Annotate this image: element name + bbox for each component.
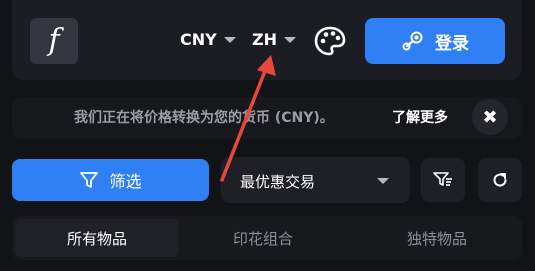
chevron-down-icon (284, 36, 296, 43)
filter-label: 筛选 (109, 172, 142, 191)
refresh-icon (493, 173, 507, 187)
login-button[interactable]: 登录 (365, 18, 505, 64)
tab-unique-items[interactable]: 独特物品 (356, 216, 518, 260)
banner-message: 我们正在将价格转换为您的货币 (CNY)。 (74, 110, 334, 126)
sort-selected-value: 最优惠交易 (240, 173, 316, 191)
currency-dropdown[interactable]: CNY (180, 30, 236, 49)
steam-icon (402, 31, 423, 51)
language-value: ZH (252, 30, 277, 49)
filter-button[interactable]: 筛选 (12, 159, 209, 201)
chevron-down-icon (377, 178, 389, 184)
sort-direction-button[interactable] (421, 158, 465, 202)
chevron-down-icon (223, 36, 236, 43)
logo-letter: f (48, 23, 60, 58)
tab-sticker-combos[interactable]: 印花组合 (182, 216, 344, 260)
language-dropdown[interactable]: ZH (252, 30, 296, 49)
palette-icon[interactable] (314, 26, 346, 56)
close-icon[interactable]: ✖ (472, 99, 508, 135)
refresh-button[interactable] (478, 158, 522, 202)
learn-more-link[interactable]: 了解更多 (392, 107, 448, 127)
logo[interactable]: f (30, 18, 78, 64)
login-label: 登录 (435, 33, 469, 54)
funnel-icon (80, 172, 99, 188)
tab-all-items[interactable]: 所有物品 (15, 219, 179, 257)
currency-value: CNY (180, 30, 217, 49)
sort-filter-icon (433, 172, 452, 186)
